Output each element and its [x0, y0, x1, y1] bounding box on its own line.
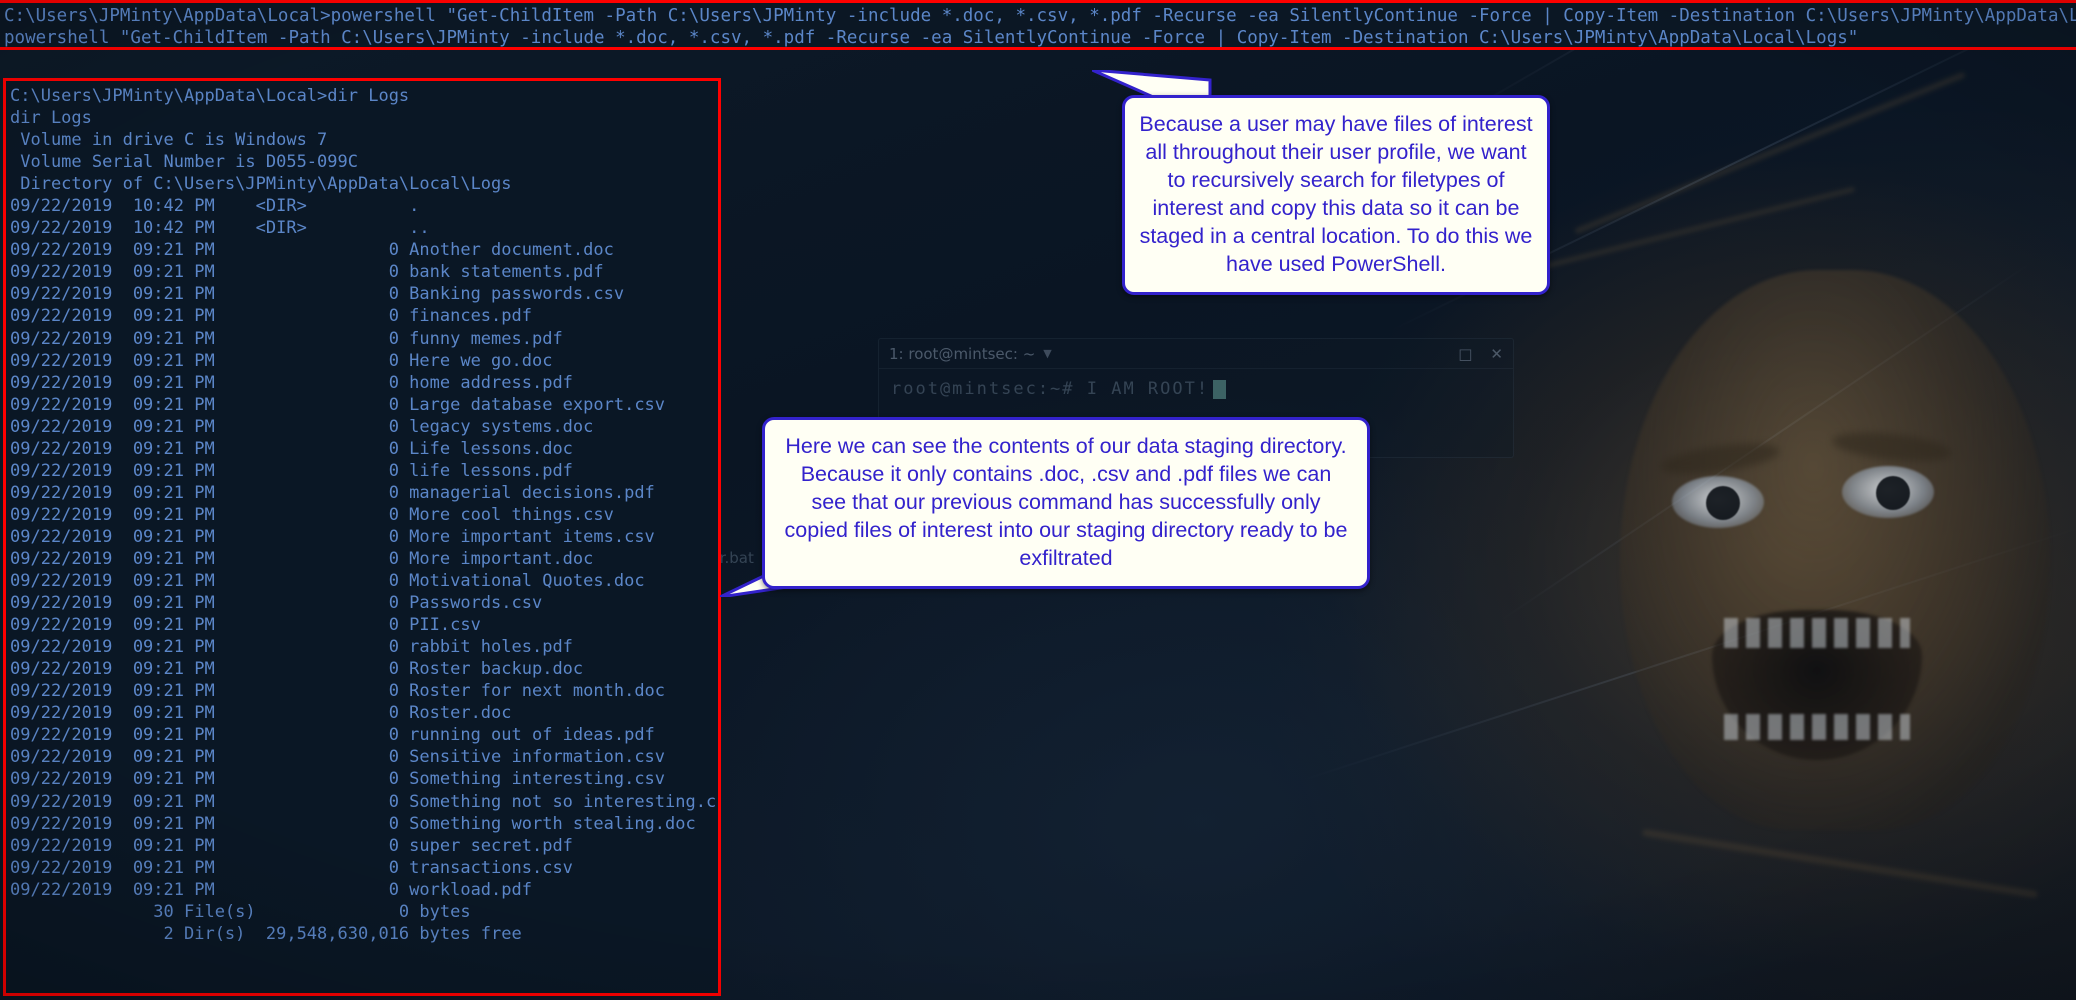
- wallpaper-character-teeth: [1724, 714, 1910, 740]
- desktop-screenshot: 1: root@mintsec: ~ ▼ □ ✕ root@mintsec:~#…: [0, 0, 2076, 1000]
- directory-entry: 09/22/2019 09:21 PM 0 Here we go.doc: [10, 350, 553, 371]
- directory-entry: 09/22/2019 09:21 PM 0 PII.csv: [10, 615, 481, 636]
- directory-entry: 09/22/2019 09:21 PM 0 Motivational Quote…: [10, 571, 645, 592]
- directory-entry: 09/22/2019 09:21 PM 0 bank statements.pd…: [10, 262, 604, 283]
- callout-staging-text: Here we can see the contents of our data…: [784, 434, 1348, 570]
- wallpaper-character-pupil: [1876, 476, 1910, 510]
- top-console-highlight-region[interactable]: C:\Users\JPMinty\AppData\Local>powershel…: [0, 0, 2076, 50]
- directory-entry: 09/22/2019 09:21 PM 0 Banking passwords.…: [10, 284, 625, 305]
- directory-entry: 09/22/2019 09:21 PM 0 Another document.d…: [10, 240, 614, 261]
- directory-entry: 09/22/2019 09:21 PM 0 workload.pdf: [10, 879, 532, 900]
- directory-entry: 09/22/2019 09:21 PM 0 rabbit holes.pdf: [10, 637, 573, 658]
- callout-staging: Here we can see the contents of our data…: [762, 417, 1370, 589]
- directory-entry: 09/22/2019 10:42 PM <DIR> ..: [10, 218, 430, 239]
- directory-entry: 09/22/2019 09:21 PM 0 More important.doc: [10, 548, 594, 569]
- directory-entry: 09/22/2019 09:21 PM 0 Roster for next mo…: [10, 681, 666, 702]
- directory-entry: 09/22/2019 09:21 PM 0 finances.pdf: [10, 306, 532, 327]
- directory-entry: 09/22/2019 09:21 PM 0 Something worth st…: [10, 813, 696, 834]
- console-line: powershell "Get-ChildItem -Path C:\Users…: [4, 28, 1859, 48]
- wallpaper-character-pupil: [1706, 486, 1740, 520]
- callout-powershell-text: Because a user may have files of interes…: [1139, 112, 1533, 276]
- directory-entry: 09/22/2019 09:21 PM 0 legacy systems.doc: [10, 416, 594, 437]
- wallpaper-character-teeth: [1724, 618, 1910, 648]
- directory-entry: 09/22/2019 09:21 PM 0 Roster backup.doc: [10, 659, 584, 680]
- directory-entry: 09/22/2019 09:21 PM 0 Roster.doc: [10, 703, 512, 724]
- chevron-down-icon[interactable]: ▼: [1043, 347, 1051, 360]
- directory-entry: 09/22/2019 09:21 PM 0 More cool things.c…: [10, 504, 614, 525]
- console-echo-line: dir Logs: [10, 108, 92, 129]
- callout-powershell: Because a user may have files of interes…: [1122, 95, 1550, 295]
- directory-entry: 09/22/2019 10:42 PM <DIR> .: [10, 196, 420, 217]
- console-file-count-line: 30 File(s) 0 bytes: [10, 901, 471, 922]
- directory-entry: 09/22/2019 09:21 PM 0 transactions.csv: [10, 857, 573, 878]
- main-console-highlight-region[interactable]: C:\Users\JPMinty\AppData\Local>dir Logs …: [3, 78, 721, 996]
- maximize-icon[interactable]: □: [1458, 345, 1472, 363]
- directory-entry: 09/22/2019 09:21 PM 0 More important ite…: [10, 526, 655, 547]
- directory-entry: 09/22/2019 09:21 PM 0 Something interest…: [10, 769, 666, 790]
- directory-entry: 09/22/2019 09:21 PM 0 funny memes.pdf: [10, 328, 563, 349]
- directory-entry: 09/22/2019 09:21 PM 0 life lessons.pdf: [10, 460, 573, 481]
- background-terminal-body[interactable]: root@mintsec:~# I AM ROOT!: [879, 369, 1513, 409]
- terminal-cursor: [1213, 379, 1227, 399]
- directory-entry: 09/22/2019 09:21 PM 0 running out of ide…: [10, 725, 655, 746]
- directory-entry: 09/22/2019 09:21 PM 0 Sensitive informat…: [10, 747, 666, 768]
- background-terminal-title: 1: root@mintsec: ~: [889, 344, 1036, 363]
- console-serial-line: Volume Serial Number is D055-099C: [10, 152, 358, 173]
- background-terminal-prompt-text: root@mintsec:~# I AM ROOT!: [891, 379, 1210, 399]
- console-volume-line: Volume in drive C is Windows 7: [10, 130, 328, 151]
- close-icon[interactable]: ✕: [1490, 345, 1503, 363]
- directory-entry: 09/22/2019 09:21 PM 0 managerial decisio…: [10, 482, 655, 503]
- directory-entry: 09/22/2019 09:21 PM 0 Passwords.csv: [10, 593, 543, 614]
- directory-listing: 09/22/2019 10:42 PM <DIR> . 09/22/2019 10…: [8, 195, 718, 901]
- directory-entry: 09/22/2019 09:21 PM 0 home address.pdf: [10, 372, 573, 393]
- console-prompt-line: C:\Users\JPMinty\AppData\Local>dir Logs: [10, 86, 410, 106]
- directory-entry: 09/22/2019 09:21 PM 0 Large database exp…: [10, 394, 666, 415]
- directory-entry: 09/22/2019 09:21 PM 0 Something not so i…: [10, 791, 721, 812]
- console-line: C:\Users\JPMinty\AppData\Local>powershel…: [4, 6, 2076, 26]
- directory-entry: 09/22/2019 09:21 PM 0 Life lessons.doc: [10, 438, 573, 459]
- background-terminal-titlebar: 1: root@mintsec: ~ ▼ □ ✕: [879, 339, 1513, 369]
- console-directory-line: Directory of C:\Users\JPMinty\AppData\Lo…: [10, 174, 512, 195]
- directory-entry: 09/22/2019 09:21 PM 0 super secret.pdf: [10, 835, 573, 856]
- console-dir-count-line: 2 Dir(s) 29,548,630,016 bytes free: [10, 923, 522, 944]
